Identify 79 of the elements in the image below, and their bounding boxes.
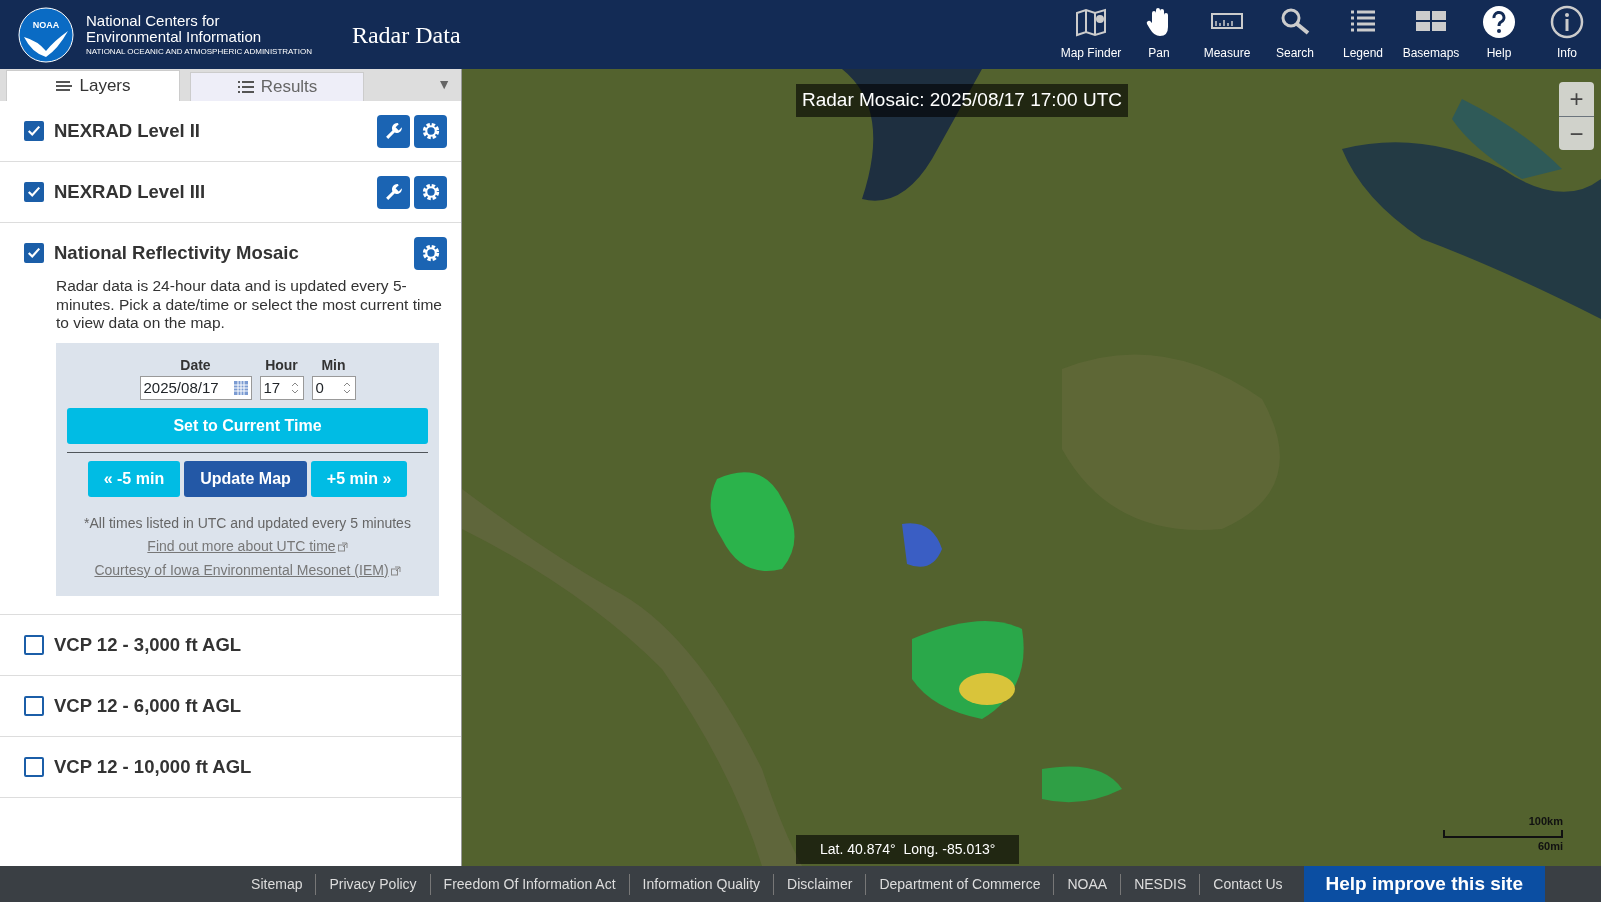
toolbar-button[interactable]: Help (1465, 0, 1533, 69)
calendar-icon (233, 380, 248, 395)
external-link-icon (390, 565, 401, 576)
footer-link[interactable]: NOAA (1054, 873, 1122, 895)
logo-text: NOAA (32, 19, 60, 30)
checkmark-icon (27, 246, 41, 260)
field-value[interactable]: 2025/08/17 (143, 376, 219, 400)
checkmark-icon (27, 185, 41, 199)
minute-field[interactable]: 0 (311, 375, 356, 400)
tab[interactable]: Layers (6, 70, 180, 101)
checkbox[interactable] (24, 634, 44, 655)
footer-link[interactable]: Freedom Of Information Act (430, 873, 630, 895)
tab[interactable]: Results (190, 72, 364, 101)
checkbox[interactable] (24, 695, 44, 716)
scale-label: 60mi (1536, 838, 1563, 854)
checkmark-icon (27, 124, 41, 138)
footer-link[interactable]: Department of Commerce (866, 873, 1055, 895)
org-subtitle: NATIONAL OCEANIC AND ATMOSPHERIC ADMINISTRATION (86, 47, 312, 56)
org-name: National Centers for Environmental Information (86, 13, 263, 45)
toolbar-button[interactable]: Info (1533, 0, 1601, 69)
wrench-icon (383, 121, 404, 141)
update-map-button[interactable]: Update Map (184, 460, 307, 497)
settings-icon (420, 243, 441, 263)
hour-field[interactable]: 17 (259, 375, 304, 400)
toolbar-button[interactable]: Search (1261, 0, 1329, 69)
toolbar-button[interactable]: Measure (1193, 0, 1261, 69)
scale-label: 100km (1527, 814, 1563, 829)
dropdown-arrow[interactable]: ▼ (437, 74, 451, 95)
zoom-in-button[interactable]: + (1559, 82, 1594, 116)
map-title: Radar Mosaic: 2025/08/17 17:00 UTC (796, 84, 1128, 117)
settings-icon (420, 182, 441, 202)
footer-link[interactable]: Sitemap (238, 873, 317, 895)
feedback-button[interactable]: Help improve this site (1303, 866, 1545, 902)
layer-name: NEXRAD Level III (54, 180, 206, 205)
footer-link[interactable]: NESDIS (1121, 873, 1201, 895)
tab-label[interactable]: Results (260, 74, 318, 100)
field-label: Hour (264, 355, 299, 375)
list-icon (236, 80, 255, 94)
checkbox[interactable] (24, 121, 44, 141)
tool-button[interactable] (377, 175, 410, 209)
coordinates-readout: Lat. 40.874° Long. -85.013° (796, 835, 1020, 864)
layer-name: VCP 12 - 6,000 ft AGL (54, 693, 242, 718)
footer-link[interactable]: Contact Us (1200, 873, 1296, 895)
external-link[interactable]: Find out more about UTC time (147, 537, 336, 554)
tool-button[interactable] (377, 114, 410, 148)
footer-link[interactable]: Disclaimer (774, 873, 867, 895)
field-label: Date (179, 355, 212, 375)
tab-label[interactable]: Layers (79, 73, 131, 99)
external-link-icon (337, 541, 348, 552)
settings-button[interactable] (414, 114, 447, 148)
toolbar-button[interactable]: Basemaps (1397, 0, 1465, 69)
footer-link[interactable]: Information Quality (629, 873, 775, 895)
toolbar-button[interactable]: Legend (1329, 0, 1397, 69)
app-title: Radar Data (351, 20, 461, 50)
field-label: Min (320, 355, 347, 375)
note-text: *All times listed in UTC and updated every 5 minutes (83, 513, 412, 533)
checkbox[interactable] (24, 243, 44, 263)
toolbar-button[interactable]: Pan (1125, 0, 1193, 69)
layers-icon (55, 79, 74, 93)
checkbox[interactable] (24, 756, 44, 777)
layer-name: National Reflectivity Mosaic (54, 241, 299, 266)
field-value[interactable]: 17 (263, 376, 281, 400)
footer-link[interactable]: Privacy Policy (316, 873, 431, 895)
info-icon (1550, 5, 1584, 39)
wrench-icon (383, 182, 404, 202)
help-icon (1482, 5, 1516, 39)
settings-button[interactable] (414, 175, 447, 209)
layer-name: NEXRAD Level II (54, 119, 200, 144)
layer-description: Radar data is 24-hour data and is updated every 5-minutes. Pick a date/time or select the most current time to view data on the map. (56, 277, 443, 333)
checkbox[interactable] (24, 182, 44, 202)
external-link[interactable]: Courtesy of Iowa Environmental Mesonet (IEM) (94, 561, 389, 578)
layer-name: VCP 12 - 3,000 ft AGL (54, 632, 242, 657)
toolbar-button[interactable]: Map Finder (1057, 0, 1125, 69)
layer-name: VCP 12 - 10,000 ft AGL (54, 754, 252, 779)
settings-icon (420, 121, 441, 141)
field-value[interactable]: 0 (315, 376, 324, 400)
zoom-out-button[interactable]: − (1559, 116, 1594, 150)
settings-button[interactable] (414, 236, 447, 270)
date-field[interactable]: 2025/08/17 (139, 375, 252, 400)
